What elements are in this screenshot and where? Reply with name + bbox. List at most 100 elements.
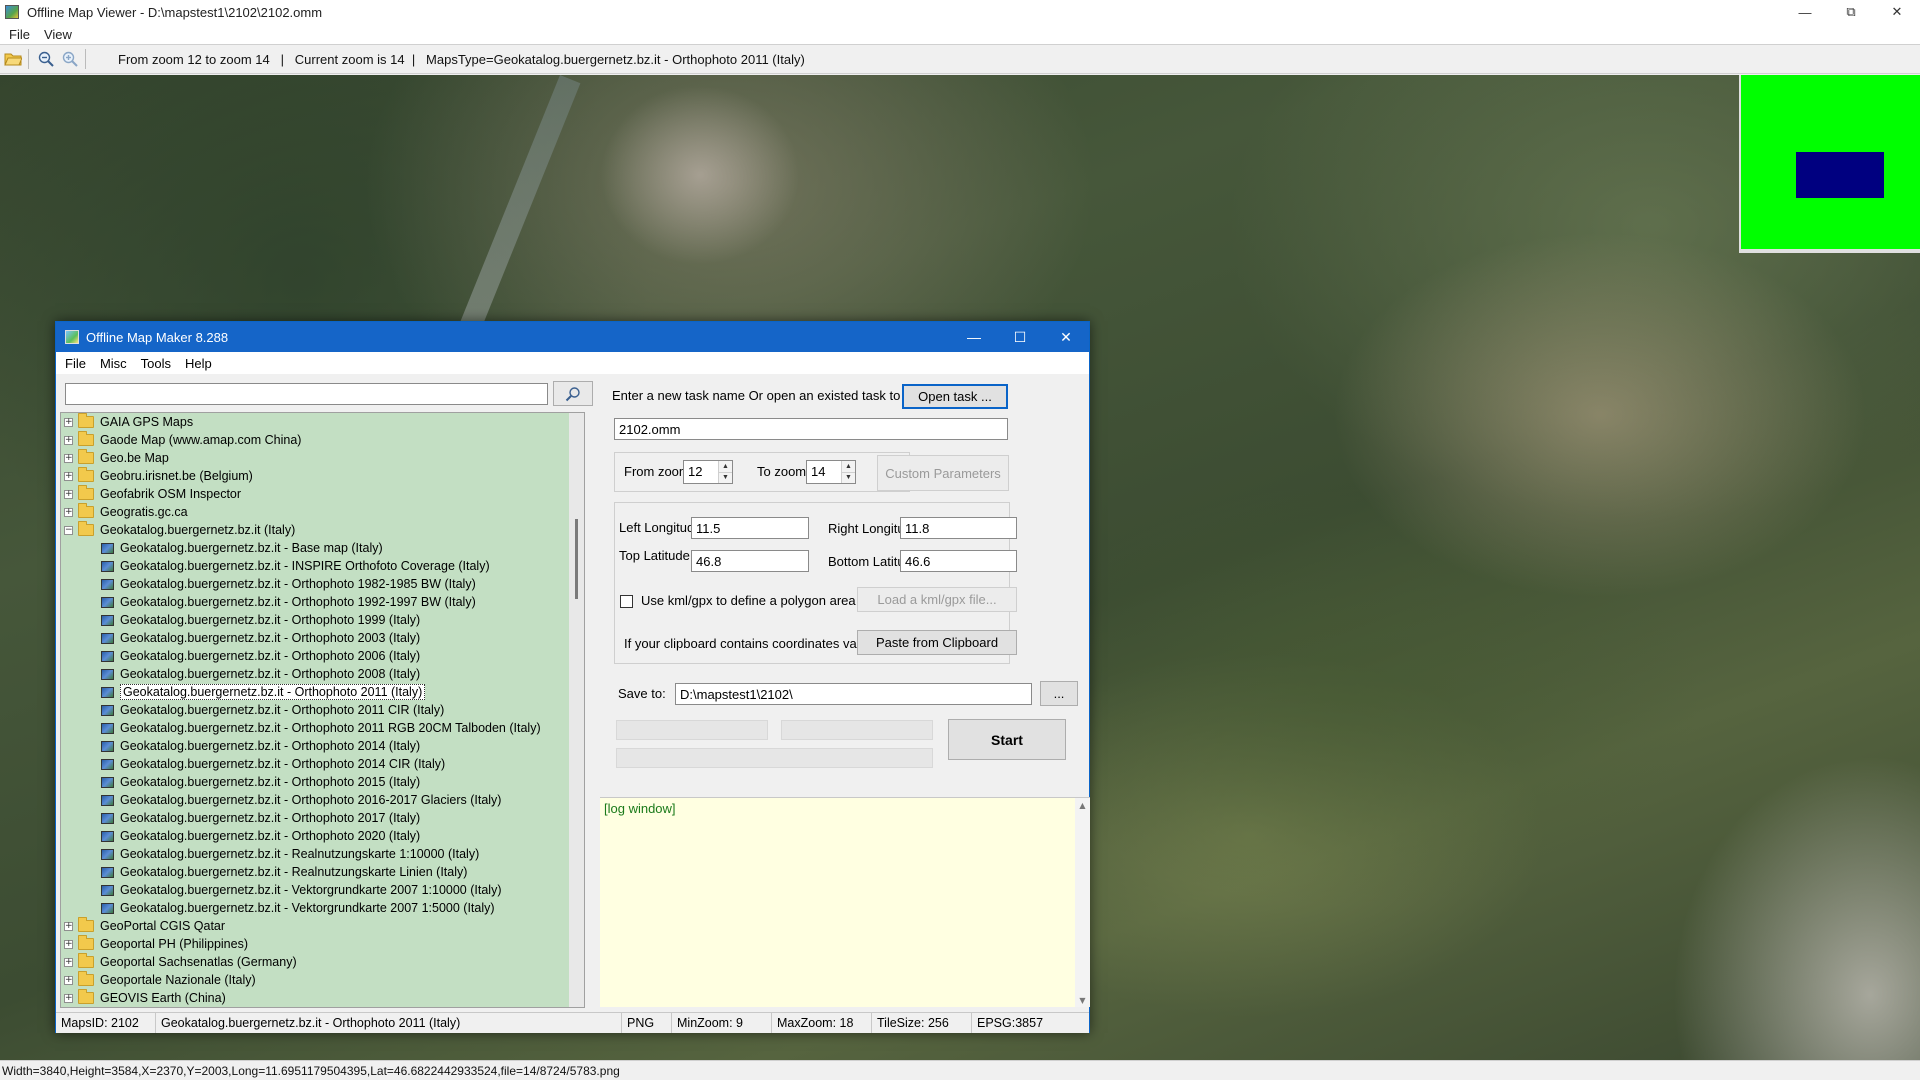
tree-folder-item[interactable]: + Geoportal Sachsenatlas (Germany): [61, 953, 571, 971]
tree-map-item[interactable]: Geokatalog.buergernetz.bz.it - Orthophot…: [61, 827, 571, 845]
tree-map-item[interactable]: Geokatalog.buergernetz.bz.it - Realnutzu…: [61, 845, 571, 863]
use-kml-checkbox[interactable]: [620, 595, 633, 608]
tree-map-item[interactable]: Geokatalog.buergernetz.bz.it - Orthophot…: [61, 755, 571, 773]
paste-from-clipboard-button[interactable]: Paste from Clipboard: [857, 630, 1017, 655]
map-tile-icon: [101, 578, 114, 590]
close-icon[interactable]: ✕: [1874, 0, 1920, 24]
tree-map-item[interactable]: Geokatalog.buergernetz.bz.it - INSPIRE O…: [61, 557, 571, 575]
to-zoom-stepper[interactable]: 14 ▲ ▼: [806, 460, 856, 484]
chevron-down-icon[interactable]: ▼: [719, 471, 732, 483]
minimize-icon[interactable]: —: [1782, 0, 1828, 24]
tree-map-item[interactable]: Geokatalog.buergernetz.bz.it - Vektorgru…: [61, 881, 571, 899]
save-path-input[interactable]: [675, 683, 1032, 705]
tree-map-item[interactable]: Geokatalog.buergernetz.bz.it - Orthophot…: [61, 611, 571, 629]
tree-folder-item[interactable]: + Gaode Map (www.amap.com China): [61, 431, 571, 449]
tree-map-item[interactable]: Geokatalog.buergernetz.bz.it - Orthophot…: [61, 593, 571, 611]
tree-scrollbar[interactable]: [569, 413, 584, 1007]
tree-item-label: Geokatalog.buergernetz.bz.it - Realnutzu…: [120, 865, 468, 879]
tree-map-item[interactable]: Geokatalog.buergernetz.bz.it - Orthophot…: [61, 701, 571, 719]
expand-icon[interactable]: +: [64, 957, 73, 967]
maximize-icon[interactable]: ⧉: [1828, 0, 1874, 24]
maker-menu-help[interactable]: Help: [178, 356, 219, 371]
tree-folder-item[interactable]: − Geokatalog.buergernetz.bz.it (Italy): [61, 521, 571, 539]
expand-icon[interactable]: +: [64, 921, 73, 931]
tree-folder-item[interactable]: + GAIA GPS Maps: [61, 413, 571, 431]
tree-map-item[interactable]: Geokatalog.buergernetz.bz.it - Base map …: [61, 539, 571, 557]
maker-menu-tools[interactable]: Tools: [134, 356, 178, 371]
tree-map-item[interactable]: Geokatalog.buergernetz.bz.it - Orthophot…: [61, 809, 571, 827]
toolbar-separator: [28, 49, 29, 69]
tree-folder-item[interactable]: + Geoportal PH (Philippines): [61, 935, 571, 953]
tree-map-item[interactable]: Geokatalog.buergernetz.bz.it - Orthophot…: [61, 737, 571, 755]
tree-map-item[interactable]: Geokatalog.buergernetz.bz.it - Orthophot…: [61, 773, 571, 791]
maker-menu-misc[interactable]: Misc: [93, 356, 134, 371]
tree-map-item[interactable]: Geokatalog.buergernetz.bz.it - Orthophot…: [61, 575, 571, 593]
maker-titlebar[interactable]: Offline Map Maker 8.288 — ☐ ✕: [56, 322, 1089, 352]
tree-item-label: Geokatalog.buergernetz.bz.it - Orthophot…: [120, 757, 446, 771]
expand-icon[interactable]: +: [64, 975, 73, 985]
tree-map-item[interactable]: Geokatalog.buergernetz.bz.it - Orthophot…: [61, 629, 571, 647]
expand-icon[interactable]: +: [64, 471, 73, 481]
map-tile-icon: [101, 542, 114, 554]
minimize-icon[interactable]: —: [951, 322, 997, 352]
tree-folder-item[interactable]: + Geogratis.gc.ca: [61, 503, 571, 521]
viewer-menu-view[interactable]: View: [37, 27, 79, 42]
tree-map-item[interactable]: Geokatalog.buergernetz.bz.it - Orthophot…: [61, 791, 571, 809]
folder-icon: [78, 917, 94, 932]
log-scrollbar[interactable]: ▲ ▼: [1075, 798, 1090, 1007]
tree-map-item[interactable]: Geokatalog.buergernetz.bz.it - Orthophot…: [61, 665, 571, 683]
close-icon[interactable]: ✕: [1043, 322, 1089, 352]
tree-folder-item[interactable]: + Geofabrik OSM Inspector: [61, 485, 571, 503]
task-name-input[interactable]: [614, 418, 1008, 440]
tree-folder-item[interactable]: + Geo.be Map: [61, 449, 571, 467]
chevron-up-icon[interactable]: ▲: [842, 461, 855, 472]
expand-icon[interactable]: +: [64, 993, 73, 1003]
right-longitude-input[interactable]: [900, 517, 1017, 539]
folder-icon: [78, 485, 94, 500]
expand-icon[interactable]: +: [64, 417, 73, 427]
overview-minimap[interactable]: [1739, 75, 1920, 253]
tree-map-item[interactable]: Geokatalog.buergernetz.bz.it - Vektorgru…: [61, 899, 571, 917]
search-button[interactable]: [553, 381, 593, 406]
start-button[interactable]: Start: [948, 719, 1066, 760]
log-window[interactable]: [log window] ▲ ▼: [600, 797, 1090, 1007]
expand-icon[interactable]: +: [64, 939, 73, 949]
tree-map-item[interactable]: Geokatalog.buergernetz.bz.it - Orthophot…: [61, 683, 571, 701]
top-latitude-input[interactable]: [691, 550, 809, 572]
viewer-menu-file[interactable]: File: [2, 27, 37, 42]
tree-map-item[interactable]: Geokatalog.buergernetz.bz.it - Orthophot…: [61, 647, 571, 665]
tree-map-item[interactable]: Geokatalog.buergernetz.bz.it - Orthophot…: [61, 719, 571, 737]
open-folder-icon[interactable]: [2, 48, 24, 70]
minimap-viewport-indicator[interactable]: [1796, 152, 1884, 198]
tree-folder-item[interactable]: + Geoportale Nazionale (Italy): [61, 971, 571, 989]
open-task-button[interactable]: Open task ...: [902, 384, 1008, 409]
tree-scroll-thumb[interactable]: [575, 519, 578, 599]
chevron-down-icon[interactable]: ▼: [1075, 993, 1090, 1007]
map-type-tree[interactable]: + GAIA GPS Maps + Gaode Map (www.amap.com C…: [60, 412, 585, 1008]
chevron-up-icon[interactable]: ▲: [1075, 798, 1090, 812]
expand-icon[interactable]: +: [64, 507, 73, 517]
expand-icon[interactable]: +: [64, 489, 73, 499]
browse-button[interactable]: ...: [1040, 681, 1078, 706]
chevron-down-icon[interactable]: ▼: [842, 471, 855, 483]
left-longitude-input[interactable]: [691, 517, 809, 539]
load-kml-button[interactable]: Load a kml/gpx file...: [857, 587, 1017, 612]
tree-folder-item[interactable]: + GEOVIS Earth (China): [61, 989, 571, 1007]
zoom-out-icon[interactable]: [35, 48, 57, 70]
chevron-up-icon[interactable]: ▲: [719, 461, 732, 472]
tree-folder-item[interactable]: + GeoPortal CGIS Qatar: [61, 917, 571, 935]
bottom-latitude-input[interactable]: [900, 550, 1017, 572]
custom-parameters-button[interactable]: Custom Parameters: [877, 455, 1009, 491]
zoom-in-icon[interactable]: [59, 48, 81, 70]
expand-icon[interactable]: +: [64, 435, 73, 445]
map-tile-icon: [101, 758, 114, 770]
tree-folder-item[interactable]: + Geobru.irisnet.be (Belgium): [61, 467, 571, 485]
from-zoom-stepper[interactable]: 12 ▲ ▼: [683, 460, 733, 484]
tree-map-item[interactable]: Geokatalog.buergernetz.bz.it - Realnutzu…: [61, 863, 571, 881]
map-tile-icon: [101, 560, 114, 572]
maker-menu-file[interactable]: File: [58, 356, 93, 371]
collapse-icon[interactable]: −: [64, 525, 73, 535]
expand-icon[interactable]: +: [64, 453, 73, 463]
maximize-icon[interactable]: ☐: [997, 322, 1043, 352]
map-search-input[interactable]: [65, 383, 548, 405]
